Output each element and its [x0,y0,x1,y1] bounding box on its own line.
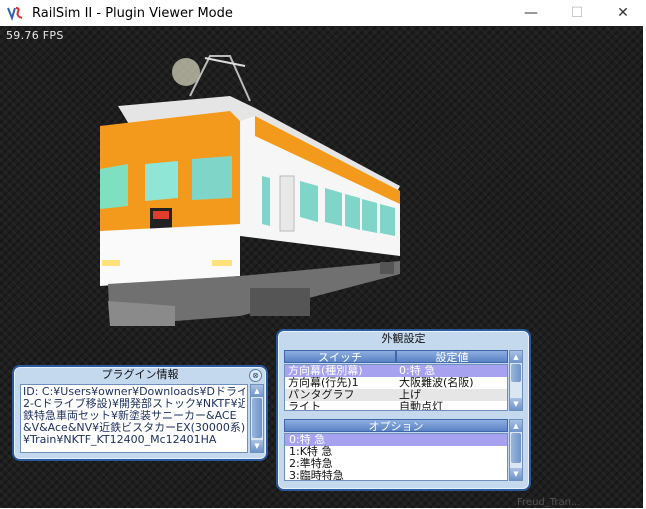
window-titlebar: RailSim II - Plugin Viewer Mode — ☐ ✕ [0,0,646,26]
appearance-settings-dialog[interactable]: 外観設定 スイッチ 設定値 方向幕(種別幕) 0:特 急 方向幕(行先)1 大阪… [276,329,531,491]
plugin-info-line: &V&Ace&NV¥近鉄ビスタカーEX(30000系) [23,422,245,434]
scroll-down-icon[interactable]: ▼ [251,440,263,452]
railsim-app-icon [7,5,23,22]
switch-table-header: スイッチ 設定値 [284,350,508,364]
scroll-up-icon[interactable]: ▲ [510,351,522,363]
list-item[interactable]: 3:臨時特急 [285,470,507,481]
switch-name: ライト [288,401,321,411]
background-window-text: Freud_Tran... [517,497,581,508]
options-header-row: オプション [284,419,508,433]
scroll-down-icon[interactable]: ▼ [510,398,522,410]
switch-table-scrollbar[interactable]: ▲ ▼ [509,350,523,411]
table-row[interactable]: 方向幕(行先)1 大阪難波(名阪) [285,377,507,389]
plugin-info-dialog[interactable]: プラグイン情報 ⊗ ID: C:¥Users¥owner¥Downloads¥D… [12,365,268,461]
close-icon: ⊗ [252,371,259,380]
scrollbar-thumb[interactable] [252,398,262,438]
window-title: RailSim II - Plugin Viewer Mode [32,5,233,21]
close-icon: ✕ [617,5,629,21]
maximize-button[interactable]: ☐ [554,0,600,26]
table-row[interactable]: パンタグラフ 上げ [285,389,507,401]
options-list[interactable]: 0:特 急 1:K特 急 2:準特急 3:臨時特急 [284,433,508,481]
close-window-button[interactable]: ✕ [600,0,646,26]
col-switch-header[interactable]: スイッチ [284,350,396,364]
plugin-info-line: ID: C:¥Users¥owner¥Downloads¥Dドライブ( [23,386,245,398]
maximize-icon: ☐ [570,5,584,21]
plugin-info-text: ID: C:¥Users¥owner¥Downloads¥Dドライブ( 2-Cド… [20,384,248,453]
switch-value: 上げ [399,389,421,401]
scroll-up-icon[interactable]: ▲ [510,420,522,432]
minimize-button[interactable]: — [508,0,554,26]
plugin-info-line: 2-Cドライブ移設)¥開発部ストック¥NKTF¥近 [23,398,245,410]
switch-table[interactable]: 方向幕(種別幕) 0:特 急 方向幕(行先)1 大阪難波(名阪) パンタグラフ … [284,364,508,411]
switch-name: 方向幕(行先)1 [288,377,359,389]
minimize-icon: — [524,5,538,21]
plugin-info-close-button[interactable]: ⊗ [249,369,262,382]
scrollbar-thumb[interactable] [511,433,521,463]
scroll-down-icon[interactable]: ▼ [510,468,522,480]
scrollbar-thumb[interactable] [511,364,521,382]
col-value-header[interactable]: 設定値 [396,350,508,364]
switch-name: 方向幕(種別幕) [288,365,363,377]
plugin-info-title: プラグイン情報 [101,368,179,381]
plugin-info-line: 鉄特急車両セット¥新塗装サニーカー&ACE [23,410,237,422]
switch-value: 0:特 急 [399,365,436,377]
plugin-info-line: ¥Train¥NKTF_KT12400_Mc12401HA [23,434,217,446]
plugin-info-scrollbar[interactable]: ▲ ▼ [250,384,264,453]
scroll-up-icon[interactable]: ▲ [251,385,263,397]
table-row[interactable]: 方向幕(種別幕) 0:特 急 [285,365,507,377]
options-header: オプション [284,419,508,433]
switch-value: 自動点灯 [399,401,443,411]
table-row[interactable]: ライト 自動点灯 [285,401,507,411]
switch-value: 大阪難波(名阪) [399,377,474,389]
options-list-scrollbar[interactable]: ▲ ▼ [509,419,523,481]
appearance-title: 外観設定 [381,332,426,345]
switch-name: パンタグラフ [288,389,355,401]
